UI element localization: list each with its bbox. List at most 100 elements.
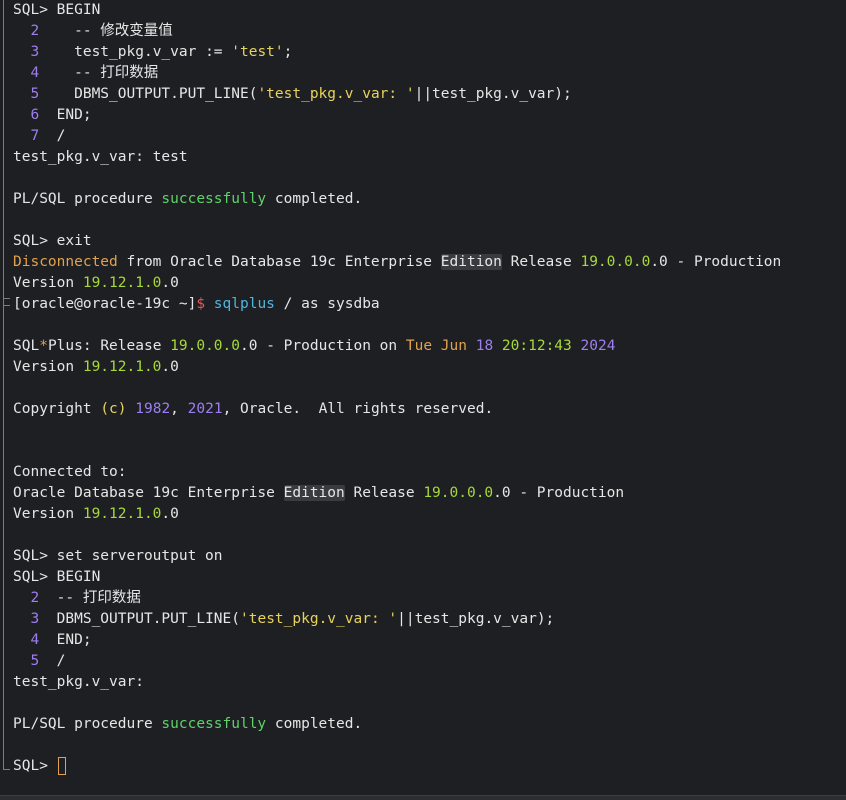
terminal-text-segment: -- 打印数据 bbox=[39, 590, 141, 606]
terminal-text-segment: 4 bbox=[13, 65, 40, 81]
terminal-text-segment: 19.0.0.0 bbox=[580, 254, 651, 270]
command-block-bracket bbox=[3, 298, 10, 770]
terminal-text-segment: successfully bbox=[161, 191, 267, 207]
terminal-line: Version 19.12.1.0.0 bbox=[13, 357, 846, 378]
terminal-text-segment: -- 修改变量值 bbox=[39, 23, 173, 39]
terminal-line: Copyright (c) 1982, 2021, Oracle. All ri… bbox=[13, 399, 846, 420]
terminal-line: PL/SQL procedure successfully completed. bbox=[13, 189, 846, 210]
terminal-text-segment: completed. bbox=[266, 191, 363, 207]
terminal-text-segment: 5 bbox=[13, 653, 40, 669]
terminal-text-segment: 18 bbox=[475, 338, 494, 354]
terminal-text-segment: 6 bbox=[13, 107, 40, 123]
terminal-text-segment: / as sysdba bbox=[274, 296, 380, 312]
terminal-text-segment: PL/SQL procedure bbox=[13, 191, 162, 207]
terminal-line: Oracle Database 19c Enterprise Edition R… bbox=[13, 483, 846, 504]
terminal-text-segment: .0 bbox=[161, 506, 179, 522]
terminal-line: SQL> BEGIN bbox=[13, 0, 846, 21]
terminal-text-segment: Version bbox=[13, 506, 83, 522]
terminal-text-segment: [oracle@oracle-19c ~] bbox=[13, 296, 197, 312]
terminal-text-segment: SQL> bbox=[13, 758, 57, 774]
terminal-text-segment: (c) bbox=[100, 401, 127, 417]
terminal-text-segment: -- 打印数据 bbox=[39, 65, 159, 81]
terminal-text-segment: ||test_pkg.v_var); bbox=[397, 611, 555, 627]
terminal-text-segment: 7 bbox=[13, 128, 40, 144]
terminal-text-segment: 'test_pkg.v_var: ' bbox=[240, 611, 398, 627]
terminal-text-segment: successfully bbox=[161, 716, 267, 732]
terminal-output: SQL> BEGIN 2 -- 修改变量值 3 test_pkg.v_var :… bbox=[13, 0, 846, 777]
terminal-text-segment: Release bbox=[501, 254, 581, 270]
terminal-text-segment: 3 bbox=[13, 611, 40, 627]
terminal-text-segment: Disconnected bbox=[13, 254, 118, 270]
terminal-line: SQL> bbox=[13, 756, 846, 777]
terminal-text-segment: Copyright bbox=[13, 401, 101, 417]
terminal-text-segment: $ bbox=[196, 296, 206, 312]
terminal-text-segment: 19.0.0.0 bbox=[170, 338, 240, 354]
search-highlight-text: Edition bbox=[283, 485, 345, 501]
terminal-text-segment: , bbox=[170, 401, 188, 417]
terminal-line: test_pkg.v_var: test bbox=[13, 147, 846, 168]
terminal-text-segment: from Oracle Database 19c Enterprise bbox=[117, 254, 441, 270]
terminal-line: 5 DBMS_OUTPUT.PUT_LINE('test_pkg.v_var: … bbox=[13, 84, 846, 105]
terminal-line: 4 -- 打印数据 bbox=[13, 63, 846, 84]
terminal-text-segment: SQL bbox=[13, 338, 40, 354]
terminal-text-segment: .0 bbox=[161, 359, 179, 375]
terminal-line: Disconnected from Oracle Database 19c En… bbox=[13, 252, 846, 273]
text-cursor bbox=[57, 757, 66, 775]
terminal-text-segment: * bbox=[39, 338, 48, 354]
terminal-text-segment: 2024 bbox=[580, 338, 616, 354]
terminal-text-segment: test_pkg.v_var: bbox=[13, 674, 144, 690]
terminal-text-segment: 19.12.1.0 bbox=[82, 275, 162, 291]
terminal-window[interactable]: SQL> BEGIN 2 -- 修改变量值 3 test_pkg.v_var :… bbox=[0, 0, 846, 795]
terminal-text-segment: sqlplus bbox=[205, 296, 275, 312]
terminal-text-segment: Oracle Database 19c Enterprise bbox=[13, 485, 284, 501]
terminal-line: 2 -- 打印数据 bbox=[13, 588, 846, 609]
terminal-text-segment: 1982 bbox=[135, 401, 171, 417]
terminal-text-segment: ||test_pkg.v_var); bbox=[414, 86, 572, 102]
terminal-text-segment: 3 bbox=[13, 44, 40, 60]
terminal-text-segment: SQL> set serveroutput on bbox=[13, 548, 223, 564]
terminal-text-segment: Tue Jun bbox=[405, 338, 476, 354]
terminal-text-segment: Release bbox=[344, 485, 424, 501]
terminal-line: test_pkg.v_var: bbox=[13, 672, 846, 693]
terminal-line: SQL*Plus: Release 19.0.0.0.0 - Productio… bbox=[13, 336, 846, 357]
terminal-text-segment: 5 bbox=[13, 86, 40, 102]
terminal-line: Version 19.12.1.0.0 bbox=[13, 504, 846, 525]
terminal-text-segment: 'test' bbox=[231, 44, 284, 60]
terminal-line: Version 19.12.1.0.0 bbox=[13, 273, 846, 294]
terminal-line: 6 END; bbox=[13, 105, 846, 126]
terminal-text-segment: test_pkg.v_var: test bbox=[13, 149, 188, 165]
terminal-line: 3 DBMS_OUTPUT.PUT_LINE('test_pkg.v_var: … bbox=[13, 609, 846, 630]
terminal-line: [oracle@oracle-19c ~]$ sqlplus / as sysd… bbox=[13, 294, 846, 315]
terminal-line: PL/SQL procedure successfully completed. bbox=[13, 714, 846, 735]
terminal-text-segment: 'test_pkg.v_var: ' bbox=[257, 86, 415, 102]
terminal-line: SQL> BEGIN bbox=[13, 567, 846, 588]
terminal-line: 7 / bbox=[13, 126, 846, 147]
terminal-text-segment: DBMS_OUTPUT.PUT_LINE( bbox=[39, 86, 258, 102]
terminal-line: SQL> exit bbox=[13, 231, 846, 252]
search-highlight-text: Edition bbox=[440, 254, 502, 270]
terminal-text-segment: PL/SQL procedure bbox=[13, 716, 162, 732]
terminal-line: Connected to: bbox=[13, 462, 846, 483]
terminal-text-segment: END; bbox=[39, 107, 92, 123]
terminal-text-segment: completed. bbox=[266, 716, 363, 732]
terminal-text-segment: SQL> BEGIN bbox=[13, 2, 101, 18]
terminal-text-segment: 19.0.0.0 bbox=[423, 485, 494, 501]
command-block-bracket bbox=[3, 0, 10, 306]
terminal-line: 3 test_pkg.v_var := 'test'; bbox=[13, 42, 846, 63]
terminal-text-segment: 19.12.1.0 bbox=[82, 506, 162, 522]
terminal-text-segment: .0 bbox=[161, 275, 179, 291]
terminal-text-segment: 20:12:43 bbox=[501, 338, 572, 354]
terminal-text-segment: 2021 bbox=[187, 401, 223, 417]
terminal-text-segment: / bbox=[39, 128, 66, 144]
terminal-text-segment: .0 - Production on bbox=[240, 338, 406, 354]
terminal-text-segment: 19.12.1.0 bbox=[82, 359, 162, 375]
terminal-text-segment: Version bbox=[13, 359, 83, 375]
terminal-text-segment: / bbox=[39, 653, 66, 669]
